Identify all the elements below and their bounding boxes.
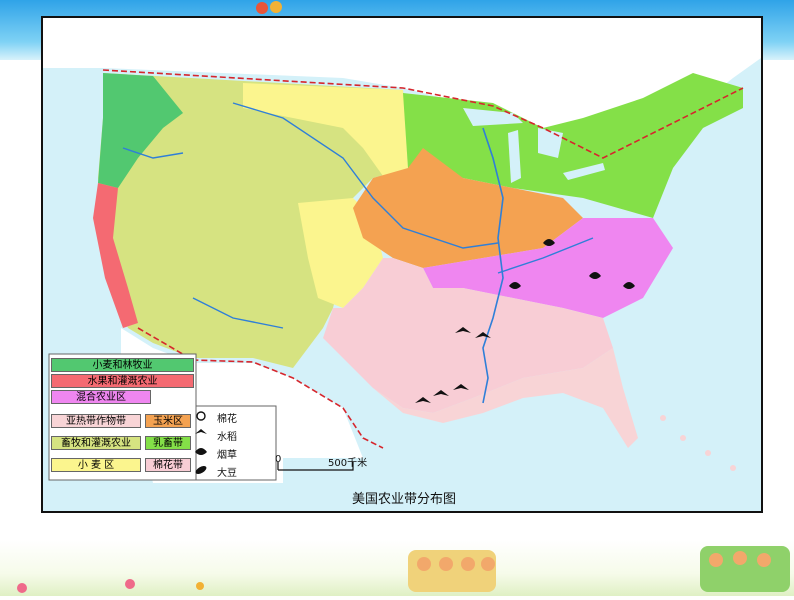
crop-label-cotton: 棉花: [217, 414, 237, 425]
kids-group-icon: [408, 550, 496, 592]
legend-wheat-belt: 小 麦 区: [51, 458, 141, 472]
scale-zero: 0: [275, 454, 282, 465]
usa-agriculture-map: 小麦和林牧业 水果和灌溉农业 混合农业区 亚热带作物带 玉米区 畜牧和灌溉农业 …: [41, 16, 763, 513]
legend-subtropical: 亚热带作物带: [51, 414, 141, 428]
legend-ranching-irrigation: 畜牧和灌溉农业: [51, 436, 141, 450]
kids-illustration: [17, 546, 790, 593]
kids-group-icon: [700, 546, 790, 592]
slide-bottom-decoration: [0, 540, 794, 596]
legend-wheat-forestry: 小麦和林牧业: [51, 358, 194, 372]
legend-dairy-belt: 乳畜带: [145, 436, 191, 450]
scale-distance: 500千米: [328, 458, 368, 469]
crop-label-tobacco: 烟草: [217, 450, 237, 461]
legend-mixed-farming: 混合农业区: [51, 390, 151, 404]
map-title: 美国农业带分布图: [351, 492, 456, 507]
crop-label-soybean: 大豆: [217, 468, 237, 479]
legend-cotton-belt: 棉花带: [145, 458, 191, 472]
legend-corn-belt: 玉米区: [145, 414, 191, 428]
legend-fruit-irrigation: 水果和灌溉农业: [51, 374, 194, 388]
balloon-icon: [270, 1, 282, 13]
balloon-icon: [256, 2, 268, 14]
crop-label-rice: 水稻: [217, 432, 237, 443]
